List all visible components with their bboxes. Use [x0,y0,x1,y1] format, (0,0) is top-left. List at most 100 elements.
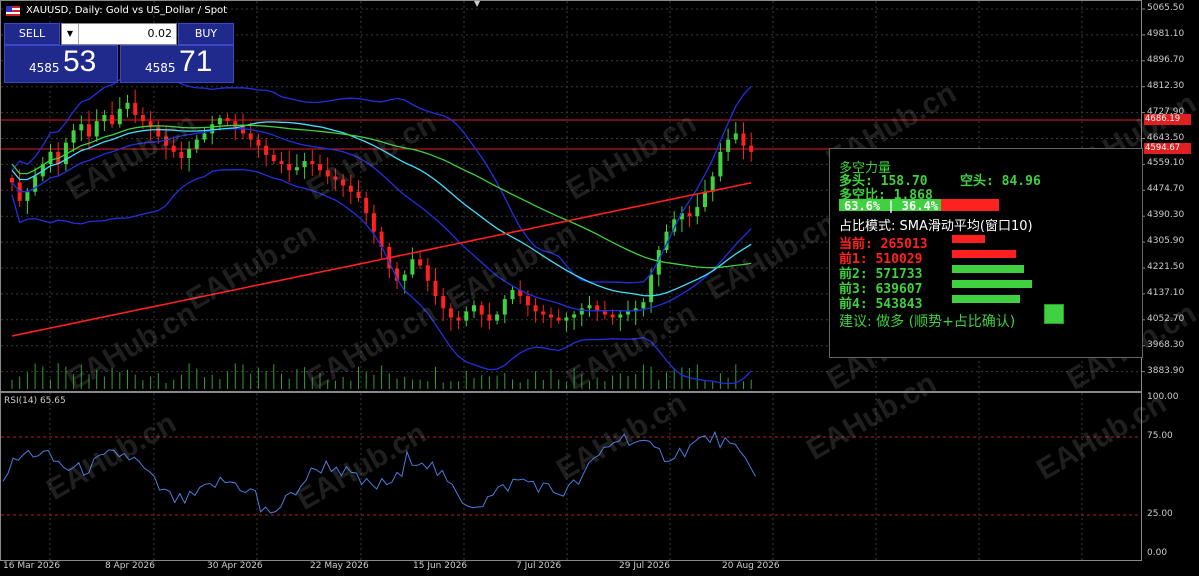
candle-body [425,265,430,281]
candle-body [48,151,53,165]
candle-body [602,311,607,315]
time-axis-label: 15 Jun 2026 [413,561,468,571]
candle-body [626,311,630,315]
rsi-indicator-title: RSI(14) 65.65 [4,396,66,406]
price-axis-label: 4137.10 [1147,287,1185,298]
candle-body [210,124,215,134]
upper-level-price-tag: 4686.19 [1144,114,1191,125]
price-axis-label: 4643.50 [1147,132,1185,143]
candle-body [233,121,238,128]
history-row-bar [952,280,1032,288]
shift-marker-icon[interactable]: ▼ [474,0,480,8]
candle-body [33,176,38,192]
time-axis-label: 7 Jul 2026 [516,561,562,571]
time-axis-label: 22 May 2026 [310,561,369,571]
candle-body [495,314,500,321]
time-axis-label: 29 Jul 2026 [619,561,670,571]
candle-body [179,151,184,158]
lot-decrease-icon[interactable]: ▼ [62,24,79,44]
candle-body [448,308,453,318]
candle-body [371,213,376,232]
candle-body [479,305,484,315]
candle-body [356,191,361,198]
candle-body [564,317,569,321]
sell-button[interactable]: SELL [4,23,60,45]
buy-button[interactable]: BUY [178,23,234,45]
mode-label: 占比模式: SMA滑动平均(窗口10) [839,219,1033,234]
candle-body [71,130,76,143]
candle-body [287,164,292,171]
advice-signal-icon [1044,304,1064,324]
rsi-axis-label: 0.00 [1147,548,1168,558]
lot-size-value: 0.02 [147,27,173,40]
buy-price-button[interactable]: 4585 71 [120,45,234,83]
sell-price-button[interactable]: 4585 53 [4,45,118,83]
candle-body [695,207,700,217]
candle-body [302,161,307,168]
time-axis-label: 8 Apr 2026 [105,561,155,571]
current-price-tag: 4594.67 [1144,143,1191,154]
candle-body [433,280,438,297]
buy-price-prefix: 4585 [145,61,176,75]
candle-body [726,139,731,152]
history-row-bar [952,235,985,243]
candle-body [610,314,615,318]
candle-body [364,197,369,214]
candle-body [133,102,138,116]
candle-body [294,167,299,171]
candle-body [549,314,553,318]
rsi-axis-label: 75.00 [1147,431,1173,441]
candle-body [579,308,584,315]
candle-body [94,121,99,137]
candle-body [140,115,145,122]
sell-price-prefix: 4585 [29,61,60,75]
price-axis-label: 5065.50 [1147,3,1185,13]
candle-body [102,115,107,122]
candle-body [410,259,415,275]
rsi-axis-label: 25.00 [1147,509,1173,519]
candle-body [718,151,723,177]
history-row-bar [952,250,1016,258]
history-row-bar [952,265,1024,273]
advice-label: 建议: 做多 (顺势+占比确认) [839,314,1016,330]
candle-body [271,154,276,162]
price-axis-label: 4052.70 [1147,313,1185,324]
time-axis-label: 16 Mar 2026 [3,561,61,571]
candle-body [217,118,222,125]
price-axis-label: 4305.90 [1147,236,1185,247]
candle-body [456,317,461,321]
price-axis-label: 4221.50 [1147,262,1185,272]
candle-body [741,133,746,146]
price-axis-label: 4981.10 [1147,28,1185,39]
candle-body [418,259,423,266]
candle-body [125,102,130,109]
time-axis-label: 20 Aug 2026 [722,561,780,571]
candle-body [541,311,546,315]
candle-body [749,145,754,152]
candle-body [279,161,284,165]
candle-body [710,176,715,192]
candle-body [441,296,446,309]
buy-price-pips: 71 [179,45,213,78]
candle-body [256,139,261,146]
price-axis-label: 3883.90 [1147,365,1185,376]
candle-body [194,139,199,149]
sell-price-pips: 53 [63,45,97,78]
lot-size-input[interactable]: ▼ 0.02 [61,23,177,45]
candle-body [502,299,507,315]
candle-body [110,115,115,125]
one-click-trading-panel: SELL ▼ 0.02 BUY 4585 53 4585 71 [4,22,234,83]
price-axis-label: 4896.70 [1147,54,1185,65]
candle-body [641,302,646,309]
candle-body [79,124,84,131]
price-axis-label: 4474.70 [1147,184,1185,195]
bull-bear-strength-panel: 多空力量 多头: 158.70 空头: 84.96 多空比: 1.868 63.… [829,148,1143,358]
price-axis-label: 4559.10 [1147,158,1185,169]
candle-body [202,133,207,140]
time-axis-label: 30 Apr 2026 [207,561,263,571]
history-row-bar [952,295,1020,303]
candle-body [618,314,623,318]
candle-body [587,305,592,309]
candle-body [487,314,492,321]
candle-body [187,148,192,158]
